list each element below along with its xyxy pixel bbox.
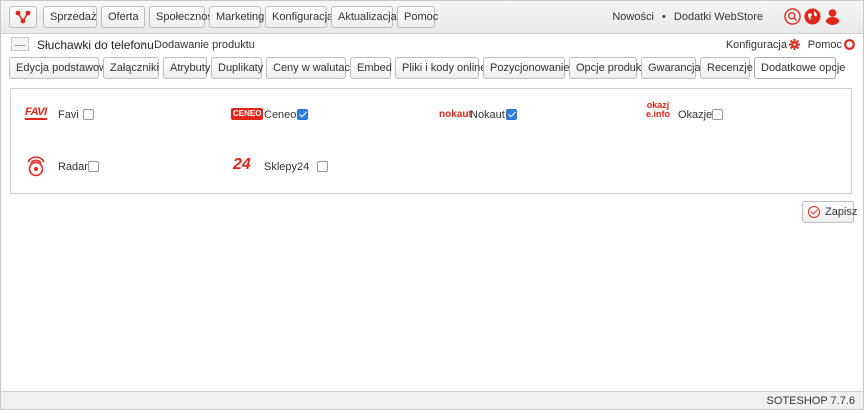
gear-icon[interactable] <box>789 39 800 50</box>
globe-icon[interactable] <box>804 8 821 25</box>
option-sklepy24: 24 Sklepy24 <box>233 156 353 177</box>
news-link[interactable]: Nowości <box>612 11 654 23</box>
nav-offer[interactable]: Oferta <box>101 6 145 28</box>
logo-icon <box>15 10 31 24</box>
nav-updates[interactable]: Aktualizacja <box>331 6 397 28</box>
addons-link[interactable]: Dodatki WebStore <box>674 11 763 23</box>
radar-logo-icon <box>27 156 45 177</box>
okazje-logo: okazje.info <box>646 100 670 119</box>
tab-attachments[interactable]: Załączniki <box>103 57 159 79</box>
tab-product-options[interactable]: Opcje produktu <box>569 57 651 79</box>
breadcrumb-product[interactable]: Słuchawki do telefonu <box>37 38 154 52</box>
nokaut-checkbox[interactable] <box>506 109 517 120</box>
nav-marketing[interactable]: Marketing <box>209 6 264 28</box>
favi-logo: FAVI <box>25 106 47 120</box>
okazje-label: Okazje <box>678 109 713 121</box>
ceneo-checkbox[interactable] <box>297 109 308 120</box>
favi-checkbox[interactable] <box>83 109 94 120</box>
save-button[interactable]: Zapisz <box>802 201 858 223</box>
sklepy24-label: Sklepy24 <box>264 161 310 173</box>
radar-label: Radar <box>58 161 88 173</box>
footer: SOTESHOP 7.7.6 <box>1 391 863 409</box>
tab-embed[interactable]: Embed <box>350 57 392 79</box>
option-favi: FAVI Favi <box>25 105 145 125</box>
tab-seo[interactable]: Pozycjonowanie <box>483 57 570 79</box>
tab-currency-prices[interactable]: Ceny w walutach <box>266 57 356 79</box>
sklepy24-logo: 24 <box>233 156 251 173</box>
nav-configuration[interactable]: Konfiguracja <box>265 6 333 28</box>
options-panel: FAVI Favi CENEO Ceneo nokaut Nokaut okaz… <box>10 88 852 194</box>
user-icon[interactable] <box>824 8 841 25</box>
tab-online-files[interactable]: Pliki i kody online <box>395 57 486 79</box>
page-header: Słuchawki do telefonu ▸ Dodawanie produk… <box>1 34 863 56</box>
favi-label: Favi <box>58 109 79 121</box>
ceneo-label: Ceneo <box>264 109 297 121</box>
config-link[interactable]: Konfiguracja <box>726 39 787 51</box>
nav-help[interactable]: Pomoc <box>397 6 438 28</box>
tab-attributes[interactable]: Atrybuty <box>163 57 210 79</box>
top-links: Nowości • Dodatki WebStore <box>612 11 763 23</box>
option-radar: Radar <box>25 153 145 179</box>
search-icon[interactable] <box>784 8 801 25</box>
home-logo-button[interactable] <box>9 6 37 28</box>
lifebuoy-icon[interactable] <box>844 39 855 50</box>
nokaut-logo: nokaut <box>439 109 472 120</box>
option-nokaut: nokaut Nokaut <box>439 105 559 125</box>
tab-bar: Edycja podstawowa Załączniki Atrybuty Du… <box>1 57 863 81</box>
radar-checkbox[interactable] <box>88 161 99 172</box>
check-circle-icon <box>808 206 820 218</box>
nav-community[interactable]: Społeczność <box>149 6 218 28</box>
nokaut-label: Nokaut <box>470 109 505 121</box>
okazje-checkbox[interactable] <box>712 109 723 120</box>
option-okazje: okazje.info Okazje <box>645 101 765 127</box>
tab-basic-edit[interactable]: Edycja podstawowa <box>9 57 113 79</box>
tab-warranty[interactable]: Gwarancja <box>641 57 701 79</box>
help-link[interactable]: Pomoc <box>808 39 842 51</box>
version-label: SOTESHOP 7.7.6 <box>766 395 855 407</box>
top-navigation: Sprzedaż Oferta Społeczność Marketing Ko… <box>1 1 863 34</box>
tab-duplicates[interactable]: Duplikaty <box>211 57 263 79</box>
ceneo-logo: CENEO <box>231 108 264 120</box>
breadcrumb-page: Dodawanie produktu <box>154 39 255 51</box>
breadcrumb-separator: ▸ <box>141 39 146 48</box>
tab-reviews[interactable]: Recenzje <box>700 57 753 79</box>
product-thumbnail <box>11 37 29 51</box>
tab-additional-options[interactable]: Dodatkowe opcje <box>754 57 845 79</box>
option-ceneo: CENEO Ceneo <box>231 105 351 125</box>
link-separator: • <box>662 11 666 23</box>
sklepy24-checkbox[interactable] <box>317 161 328 172</box>
save-label: Zapisz <box>825 206 858 218</box>
nav-sales[interactable]: Sprzedaż <box>43 6 97 28</box>
